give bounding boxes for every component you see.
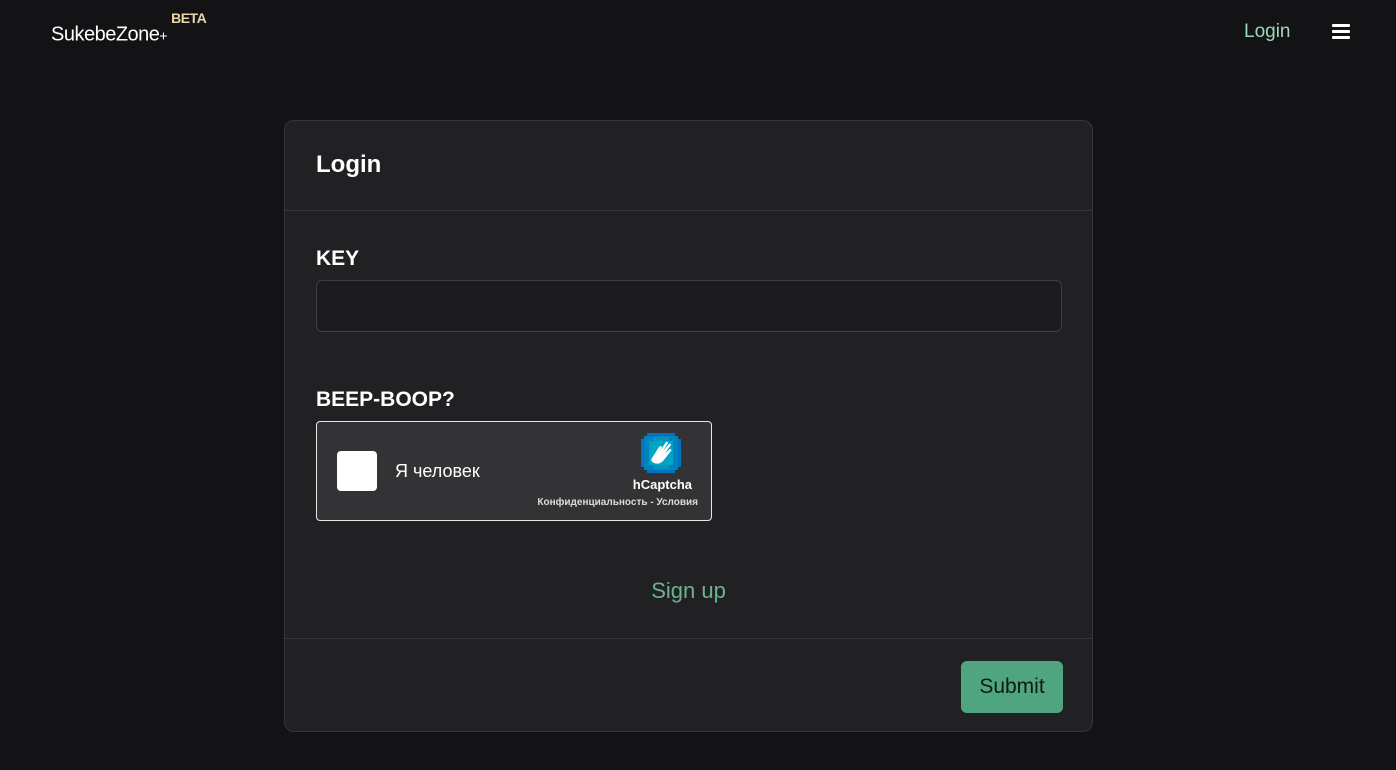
- captcha-checkbox-text: Я человек: [395, 461, 480, 481]
- signup-row: Sign up: [285, 578, 1092, 604]
- key-input[interactable]: [316, 280, 1062, 332]
- captcha-checkbox[interactable]: [337, 451, 377, 491]
- brand-name: SukebeZone: [51, 23, 160, 46]
- card-footer: Submit: [285, 638, 1092, 732]
- hcaptcha-widget: Я человек hCaptcha Конфиденциальность - …: [316, 421, 712, 521]
- hamburger-line: [1332, 24, 1350, 27]
- key-label: KEY: [316, 247, 360, 270]
- hamburger-line: [1332, 36, 1350, 39]
- brand-plus: +: [159, 27, 168, 44]
- nav-login-link[interactable]: Login: [1244, 21, 1291, 43]
- signup-link[interactable]: Sign up: [651, 578, 726, 603]
- card-header: Login: [285, 121, 1092, 211]
- hcaptcha-links: Конфиденциальность - Условия: [537, 497, 698, 508]
- hamburger-line: [1332, 30, 1350, 33]
- terms-link[interactable]: Условия: [656, 497, 698, 508]
- beta-badge: BETA: [171, 10, 207, 26]
- hamburger-menu-icon[interactable]: [1332, 24, 1350, 40]
- login-card: Login KEY BEEP-BOOP? Я человек hCaptcha …: [284, 120, 1093, 732]
- privacy-link[interactable]: Конфиденциальность: [537, 497, 647, 508]
- brand-logo-link[interactable]: SukebeZone+BETA: [51, 10, 207, 47]
- hcaptcha-brand: hCaptcha: [632, 477, 692, 492]
- hcaptcha-hand-icon: [641, 433, 681, 473]
- navbar: SukebeZone+BETA Login: [0, 0, 1396, 64]
- card-title: Login: [316, 151, 382, 178]
- captcha-label: BEEP-BOOP?: [316, 388, 455, 411]
- submit-button[interactable]: Submit: [961, 661, 1063, 713]
